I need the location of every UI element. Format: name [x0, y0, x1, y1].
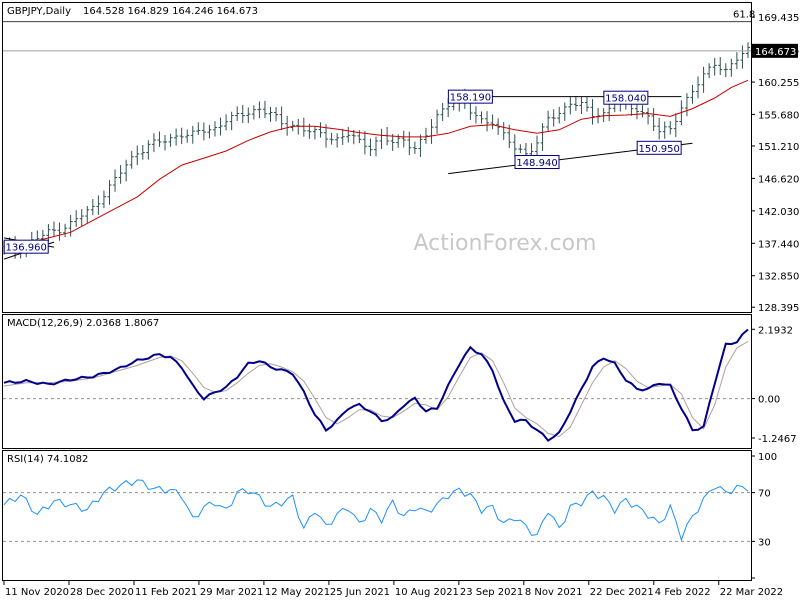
price-axis-tick-label: 142.030	[758, 207, 799, 218]
price-axis-tick-label: 137.440	[758, 239, 799, 250]
price-axis-tick-label: 169.435	[758, 13, 799, 24]
x-axis-date-label: 10 Aug 2021	[395, 587, 459, 598]
price-panel-ohlc: 164.528 164.829 164.246 164.673	[83, 6, 258, 17]
x-axis-date-label: 28 Dec 2020	[70, 587, 134, 598]
watermark: ActionForex.com	[414, 231, 597, 256]
price-annotation: 158.190	[447, 89, 493, 104]
x-axis-date-label: 29 Mar 2021	[200, 587, 263, 598]
price-axis-tick-label: 155.680	[758, 110, 799, 121]
rsi-axis-tick-label: 70	[758, 489, 771, 500]
price-annotation: 150.950	[636, 140, 682, 155]
rsi-panel-frame	[2, 450, 752, 581]
price-annotation-label: 158.040	[605, 94, 646, 105]
x-axis-date-label: 22 Mar 2022	[720, 587, 783, 598]
macd-axis-tick-label: -1.2467	[758, 434, 797, 445]
price-annotation-label: 158.190	[450, 93, 491, 104]
x-axis-date-label: 4 Feb 2022	[655, 587, 711, 598]
x-axis-date-label: 11 Nov 2020	[5, 587, 69, 598]
macd-panel-frame	[2, 314, 752, 449]
macd-axis-tick-label: 0.00	[758, 395, 780, 406]
price-annotation-label: 148.940	[516, 158, 557, 169]
price-annotation: 148.940	[514, 155, 560, 170]
fib-level-label: 61.8	[733, 10, 755, 21]
rsi-axis-tick-label: 100	[758, 452, 777, 463]
macd-axis-tick-label: 2.1932	[758, 325, 793, 336]
price-axis-tick-label: 132.850	[758, 272, 799, 283]
price-annotation-label: 136.960	[6, 243, 47, 254]
x-axis-date-label: 8 Nov 2021	[525, 587, 583, 598]
macd-panel-title: MACD(12,26,9) 2.0368 1.8067	[7, 318, 159, 329]
price-axis-tick-label: 160.255	[758, 78, 799, 89]
price-axis-tick-label: 128.395	[758, 303, 799, 314]
price-axis-tick-label: 151.210	[758, 142, 799, 153]
chart-window: ActionForex.com GBPJPY,Daily 164.528 164…	[0, 0, 800, 600]
price-axis-tick-label: 146.620	[758, 174, 799, 185]
price-annotation: 136.960	[3, 239, 49, 254]
price-annotation: 158.040	[603, 90, 649, 105]
x-axis-date-label: 11 Feb 2021	[135, 587, 197, 598]
x-axis-date-label: 25 Jun 2021	[330, 587, 390, 598]
chart-svg: ActionForex.com GBPJPY,Daily 164.528 164…	[2, 2, 799, 598]
rsi-panel-title: RSI(14) 74.1082	[7, 454, 88, 465]
x-axis-date-label: 23 Sep 2021	[460, 587, 523, 598]
x-axis-date-label: 22 Dec 2021	[590, 587, 654, 598]
price-panel-title: GBPJPY,Daily	[7, 6, 71, 17]
x-axis-date-label: 12 May 2021	[265, 587, 330, 598]
price-annotation-label: 150.950	[638, 144, 679, 155]
rsi-axis-tick-label: 30	[758, 537, 771, 548]
current-price-tag-label: 164.673	[755, 47, 796, 58]
price-panel-frame	[2, 2, 752, 313]
